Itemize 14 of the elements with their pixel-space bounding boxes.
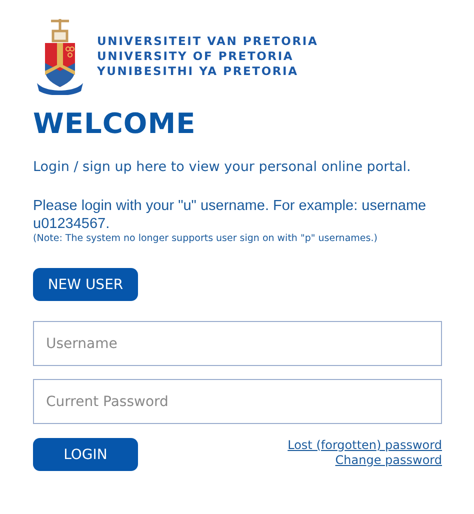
- password-link[interactable]: Change password: [335, 453, 442, 468]
- note-text: (Note: The system no longer supports user sign on with "p" usernames.): [33, 233, 378, 244]
- university-name: YUNIBESITHI YA PRETORIA: [97, 64, 300, 78]
- password-link[interactable]: Lost (forgotten) password: [288, 438, 442, 453]
- welcome-heading: WELCOME: [33, 107, 197, 141]
- new-user-button[interactable]: NEW USER: [33, 268, 138, 301]
- instructions-text: Please login with your "u" username. For example: username u01234567.: [33, 197, 428, 233]
- password-field[interactable]: Current Password: [33, 379, 442, 424]
- login-button[interactable]: LOGIN: [33, 438, 138, 471]
- university-name: UNIVERSITEIT VAN PRETORIA: [97, 34, 318, 48]
- university-name: UNIVERSITY OF PRETORIA: [97, 49, 295, 63]
- username-field[interactable]: Username: [33, 321, 442, 366]
- crest-icon: [35, 17, 85, 95]
- intro-text: Login / sign up here to view your personal online portal.: [33, 159, 412, 175]
